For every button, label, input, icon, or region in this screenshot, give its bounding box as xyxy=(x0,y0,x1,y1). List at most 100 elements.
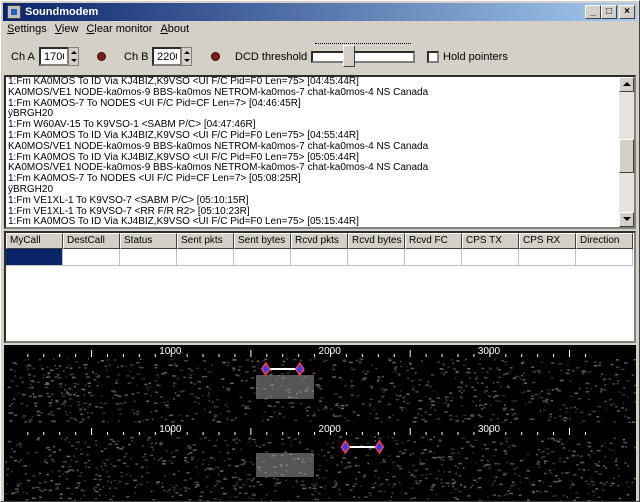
hold-pointers-checkbox[interactable] xyxy=(427,51,439,63)
waterfall-noise xyxy=(169,459,171,462)
channel-marker-handle[interactable] xyxy=(340,439,351,455)
waterfall-noise xyxy=(47,446,50,449)
app-icon[interactable] xyxy=(7,5,21,19)
slider-thumb[interactable] xyxy=(343,45,355,67)
cha-spinner[interactable] xyxy=(68,47,79,66)
waterfall-noise xyxy=(539,393,541,395)
channel-marker-handle[interactable] xyxy=(260,361,271,377)
waterfall-noise xyxy=(603,483,607,485)
waterfall-noise xyxy=(395,398,400,401)
waterfall-noise xyxy=(621,445,624,448)
waterfall-noise xyxy=(344,467,348,469)
table-cell[interactable] xyxy=(462,249,519,266)
waterfall-noise xyxy=(233,487,237,490)
column-header[interactable]: CPS RX xyxy=(519,233,576,249)
waterfall-noise xyxy=(103,464,108,467)
waterfall-noise xyxy=(384,389,388,391)
waterfall-noise xyxy=(449,400,453,402)
waterfall-noise xyxy=(425,477,428,480)
waterfall-noise xyxy=(125,453,128,455)
waterfall-noise xyxy=(619,391,621,393)
waterfall-noise xyxy=(401,409,403,411)
scroll-down-button[interactable] xyxy=(619,212,634,227)
waterfall-noise xyxy=(631,481,634,484)
column-header[interactable]: CPS TX xyxy=(462,233,519,249)
waterfall-noise xyxy=(172,473,176,476)
waterfall-noise xyxy=(546,452,550,455)
waterfall-noise xyxy=(252,494,256,497)
waterfall-noise xyxy=(22,393,26,396)
channel-marker-handle[interactable] xyxy=(294,361,305,377)
table-cell[interactable] xyxy=(234,249,291,266)
waterfall-noise xyxy=(474,372,476,374)
menu-view[interactable]: View xyxy=(51,22,83,38)
column-header[interactable]: Rcvd pkts xyxy=(291,233,348,249)
table-cell[interactable] xyxy=(576,249,633,266)
table-cell[interactable] xyxy=(177,249,234,266)
column-header[interactable]: Direction xyxy=(576,233,633,249)
table-cell[interactable] xyxy=(120,249,177,266)
close-button[interactable]: × xyxy=(619,5,635,19)
waterfall-noise xyxy=(464,417,468,420)
column-header[interactable]: Sent bytes xyxy=(234,233,291,249)
column-header[interactable]: MyCall xyxy=(6,233,63,249)
waterfall-noise xyxy=(172,489,176,492)
waterfall-noise xyxy=(622,438,625,441)
waterfall-noise xyxy=(365,370,370,373)
menu-settings[interactable]: Settings xyxy=(3,22,51,38)
waterfall-noise xyxy=(495,476,498,478)
dcd-threshold-slider[interactable] xyxy=(311,43,415,71)
waterfall-noise xyxy=(152,418,154,421)
waterfall-noise xyxy=(290,402,295,404)
waterfall-chb[interactable]: 1000 2000 3000 xyxy=(4,423,636,501)
table-row[interactable] xyxy=(6,249,634,266)
chb-spinner[interactable] xyxy=(181,47,192,66)
channel-marker-handle[interactable] xyxy=(374,439,385,455)
maximize-button[interactable]: □ xyxy=(601,5,617,19)
menu-about[interactable]: About xyxy=(156,22,193,38)
waterfall-noise xyxy=(420,436,425,439)
waterfall-noise xyxy=(481,408,483,410)
waterfall-noise xyxy=(494,448,497,451)
waterfall-noise xyxy=(452,368,456,370)
chb-frequency-input[interactable] xyxy=(152,47,182,66)
cha-frequency-input[interactable] xyxy=(39,47,69,66)
minimize-button[interactable]: _ xyxy=(585,5,601,19)
waterfall-noise xyxy=(241,404,245,407)
waterfall-noise xyxy=(215,466,220,469)
table-cell[interactable] xyxy=(348,249,405,266)
waterfall-noise xyxy=(446,405,449,408)
waterfall-noise xyxy=(51,458,54,461)
waterfall-noise xyxy=(176,500,179,501)
menu-bar: Settings View Clear monitor About xyxy=(3,22,193,38)
waterfall-noise xyxy=(198,402,200,405)
waterfall-noise xyxy=(238,477,241,479)
connections-grid[interactable]: MyCall DestCall Status Sent pkts Sent bytes R… xyxy=(4,231,636,343)
waterfall-noise xyxy=(413,416,418,419)
column-header[interactable]: Sent pkts xyxy=(177,233,234,249)
waterfall-cha[interactable]: 1000 2000 3000 xyxy=(4,345,636,423)
monitor-panel[interactable]: 1:Fm KA0MOS To ID Via KJ4BIZ,K9VSO <UI F… xyxy=(4,75,636,229)
table-cell[interactable] xyxy=(291,249,348,266)
column-header[interactable]: Rcvd FC xyxy=(405,233,462,249)
waterfall-noise xyxy=(155,442,157,444)
table-cell[interactable] xyxy=(63,249,120,266)
monitor-scrollbar[interactable] xyxy=(619,77,634,227)
table-cell[interactable] xyxy=(519,249,576,266)
table-cell[interactable] xyxy=(405,249,462,266)
waterfall-noise xyxy=(54,364,56,367)
column-header[interactable]: Status xyxy=(120,233,177,249)
waterfall-noise xyxy=(164,418,167,421)
waterfall-noise xyxy=(506,413,509,415)
menu-clear-monitor[interactable]: Clear monitor xyxy=(82,22,156,38)
column-header[interactable]: DestCall xyxy=(63,233,120,249)
waterfall-noise xyxy=(227,361,230,364)
scroll-thumb[interactable] xyxy=(619,139,634,173)
waterfall-noise xyxy=(530,398,535,400)
selected-cell[interactable] xyxy=(6,249,63,266)
waterfall-noise xyxy=(102,412,106,414)
column-header[interactable]: Rcvd bytes xyxy=(348,233,405,249)
scroll-up-button[interactable] xyxy=(619,77,634,92)
waterfall-noise xyxy=(450,359,453,361)
waterfall-noise xyxy=(547,419,551,421)
